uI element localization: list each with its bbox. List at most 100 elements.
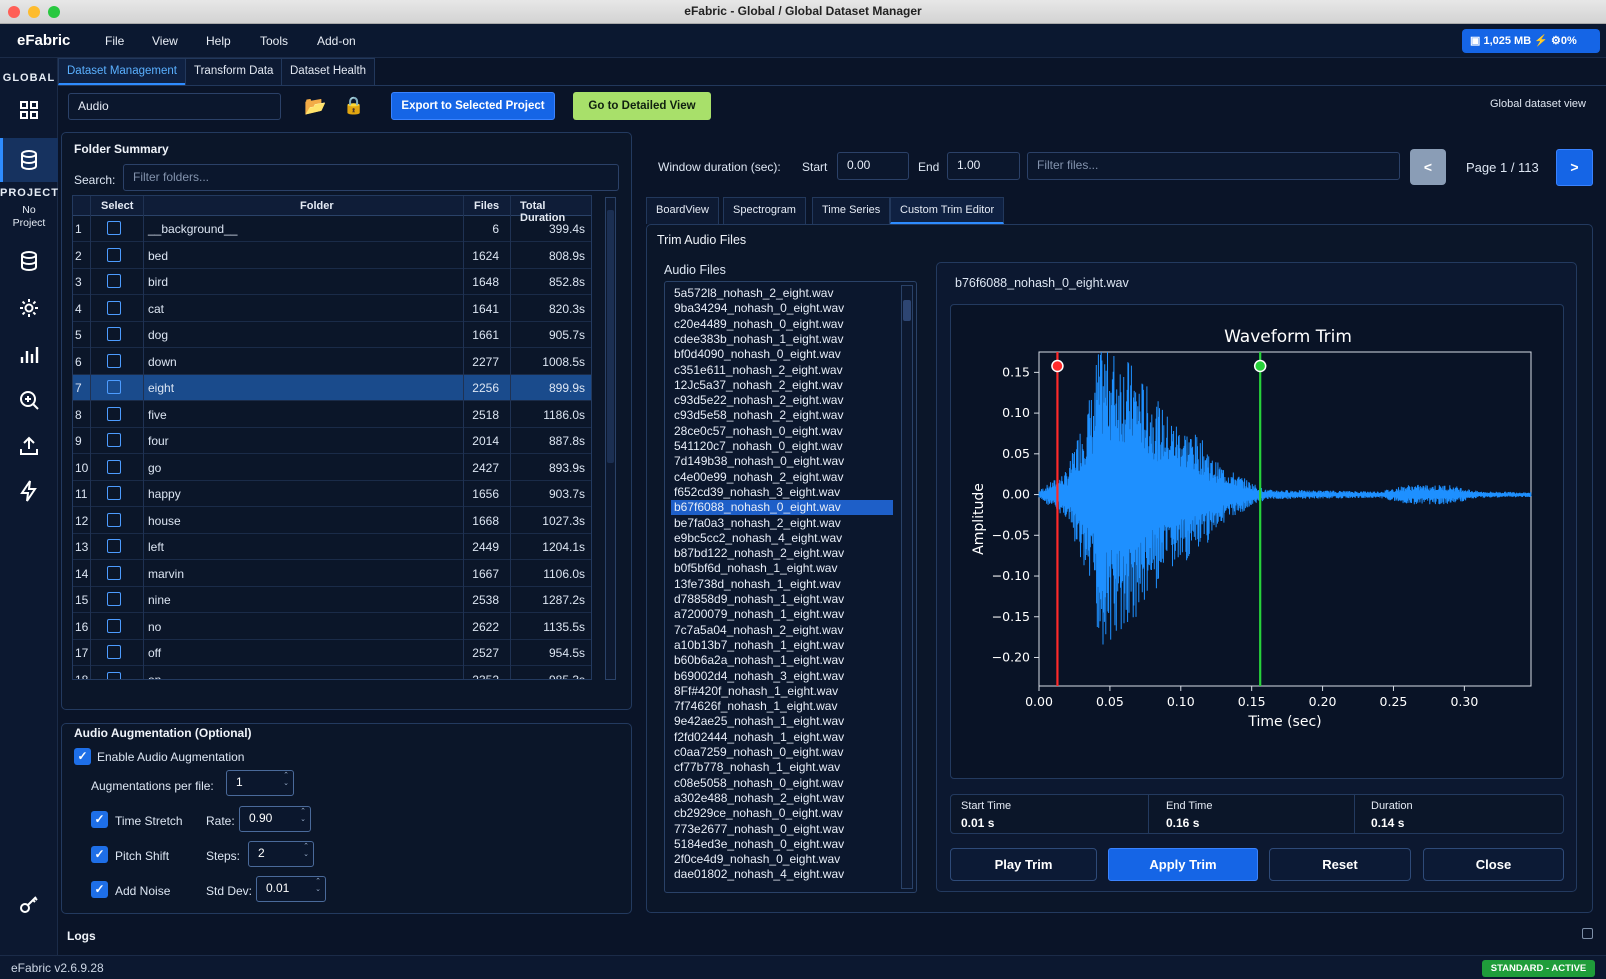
audio-file-item[interactable]: c0aa7259_nohash_0_eight.wav bbox=[671, 745, 893, 760]
audio-file-item[interactable]: d78858d9_nohash_1_eight.wav bbox=[671, 592, 893, 607]
table-row[interactable]: 17 off 2527 954.5s bbox=[73, 640, 591, 666]
open-folder-icon[interactable]: 📂 bbox=[304, 96, 326, 117]
menu-tools[interactable]: Tools bbox=[260, 34, 288, 48]
row-select-checkbox[interactable] bbox=[107, 221, 121, 235]
table-row[interactable]: 3 bird 1648 852.8s bbox=[73, 269, 591, 295]
tab-spectrogram[interactable]: Spectrogram bbox=[723, 197, 806, 224]
audio-file-item[interactable]: 7d149b38_nohash_0_eight.wav bbox=[671, 454, 893, 469]
menu-file[interactable]: File bbox=[105, 34, 124, 48]
audio-file-item[interactable]: a10b13b7_nohash_1_eight.wav bbox=[671, 638, 893, 653]
pitch-shift-checkbox[interactable]: ✓ bbox=[91, 846, 108, 863]
audio-file-item[interactable]: 7c7a5a04_nohash_2_eight.wav bbox=[671, 623, 893, 638]
table-row[interactable]: 7 eight 2256 899.9s bbox=[73, 375, 591, 401]
col-folder[interactable]: Folder bbox=[300, 200, 334, 212]
row-select-checkbox[interactable] bbox=[107, 592, 121, 606]
table-row[interactable]: 11 happy 1656 903.7s bbox=[73, 481, 591, 507]
row-select-checkbox[interactable] bbox=[107, 380, 121, 394]
audio-file-item[interactable]: f2fd02444_nohash_1_eight.wav bbox=[671, 730, 893, 745]
row-select-checkbox[interactable] bbox=[107, 274, 121, 288]
steps-spinner[interactable]: 2 bbox=[248, 841, 314, 867]
audio-file-item[interactable]: b67f6088_nohash_0_eight.wav bbox=[671, 500, 893, 516]
audio-file-item[interactable]: 9e42ae25_nohash_1_eight.wav bbox=[671, 714, 893, 729]
play-trim-button[interactable]: Play Trim bbox=[950, 848, 1097, 881]
lock-icon[interactable]: 🔒 bbox=[343, 96, 364, 116]
database-icon[interactable] bbox=[17, 148, 41, 172]
row-select-checkbox[interactable] bbox=[107, 486, 121, 500]
tab-boardview[interactable]: BoardView bbox=[646, 197, 719, 224]
audio-file-item[interactable]: cf77b778_nohash_1_eight.wav bbox=[671, 760, 893, 775]
table-row[interactable]: 12 house 1668 1027.3s bbox=[73, 508, 591, 534]
detailed-view-button[interactable]: Go to Detailed View bbox=[573, 92, 711, 120]
folder-search-input[interactable]: Filter folders... bbox=[123, 164, 619, 191]
expand-logs-icon[interactable] bbox=[1582, 928, 1593, 939]
audio-file-item[interactable]: 12Jc5a37_nohash_2_eight.wav bbox=[671, 378, 893, 393]
row-select-checkbox[interactable] bbox=[107, 327, 121, 341]
reset-button[interactable]: Reset bbox=[1269, 848, 1411, 881]
audio-file-item[interactable]: 8Ff#420f_nohash_1_eight.wav bbox=[671, 684, 893, 699]
row-select-checkbox[interactable] bbox=[107, 433, 121, 447]
table-row[interactable]: 8 five 2518 1186.0s bbox=[73, 402, 591, 428]
audio-file-item[interactable]: b87bd122_nohash_2_eight.wav bbox=[671, 546, 893, 561]
col-files[interactable]: Files bbox=[474, 200, 499, 212]
grid-icon[interactable] bbox=[17, 98, 41, 122]
upload-icon[interactable] bbox=[17, 434, 41, 458]
row-select-checkbox[interactable] bbox=[107, 247, 121, 262]
std-dev-spinner[interactable]: 0.01 bbox=[256, 876, 326, 902]
lightning-icon[interactable] bbox=[17, 479, 41, 503]
dataset-type-select[interactable]: Audio bbox=[68, 93, 281, 120]
menu-help[interactable]: Help bbox=[206, 34, 231, 48]
database-icon[interactable] bbox=[17, 249, 41, 273]
audio-file-item[interactable]: b0f5bf6d_nohash_1_eight.wav bbox=[671, 561, 893, 576]
export-button[interactable]: Export to Selected Project bbox=[391, 92, 555, 120]
file-list-scrollbar[interactable] bbox=[901, 285, 913, 889]
enable-augmentation-checkbox[interactable]: ✓ bbox=[74, 748, 91, 765]
row-select-checkbox[interactable] bbox=[107, 539, 121, 553]
apply-trim-button[interactable]: Apply Trim bbox=[1108, 848, 1258, 881]
menu-addon[interactable]: Add-on bbox=[317, 34, 356, 48]
table-row[interactable]: 14 marvin 1667 1106.0s bbox=[73, 561, 591, 587]
audio-file-item[interactable]: cb2929ce_nohash_0_eight.wav bbox=[671, 806, 893, 821]
table-row[interactable]: 6 down 2277 1008.5s bbox=[73, 349, 591, 375]
tab-transform-data[interactable]: Transform Data bbox=[185, 58, 283, 85]
audio-file-item[interactable]: e9bc5cc2_nohash_4_eight.wav bbox=[671, 531, 893, 546]
table-row[interactable]: 18 on 2352 985.3s bbox=[73, 667, 591, 679]
row-select-checkbox[interactable] bbox=[107, 512, 121, 527]
key-icon[interactable] bbox=[17, 893, 41, 917]
add-noise-checkbox[interactable]: ✓ bbox=[91, 881, 108, 898]
next-page-button[interactable]: > bbox=[1556, 149, 1593, 186]
menu-view[interactable]: View bbox=[152, 34, 178, 48]
search-zoom-icon[interactable] bbox=[17, 388, 41, 412]
audio-file-item[interactable]: 5a572l8_nohash_2_eight.wav bbox=[671, 286, 893, 301]
audio-file-item[interactable]: b60b6a2a_nohash_1_eight.wav bbox=[671, 653, 893, 668]
tab-time-series[interactable]: Time Series bbox=[812, 197, 891, 224]
audio-file-item[interactable]: 7f74626f_nohash_1_eight.wav bbox=[671, 699, 893, 714]
table-row[interactable]: 13 left 2449 1204.1s bbox=[73, 534, 591, 560]
audio-file-item[interactable]: bf0d4090_nohash_0_eight.wav bbox=[671, 347, 893, 362]
audio-file-item[interactable]: 28ce0c57_nohash_0_eight.wav bbox=[671, 424, 893, 439]
prev-page-button[interactable]: < bbox=[1410, 149, 1446, 185]
bar-chart-icon[interactable] bbox=[17, 343, 41, 367]
table-row[interactable]: 4 cat 1641 820.3s bbox=[73, 296, 591, 322]
row-select-checkbox[interactable] bbox=[107, 565, 121, 580]
audio-file-item[interactable]: 773e2677_nohash_0_eight.wav bbox=[671, 822, 893, 837]
window-end-input[interactable]: 1.00 bbox=[947, 152, 1020, 180]
audio-file-item[interactable]: c351e611_nohash_2_eight.wav bbox=[671, 363, 893, 378]
audio-file-item[interactable]: 9ba34294_nohash_0_eight.wav bbox=[671, 301, 893, 316]
row-select-checkbox[interactable] bbox=[107, 300, 121, 315]
audio-file-item[interactable]: c20e4489_nohash_0_eight.wav bbox=[671, 317, 893, 332]
filter-files-input[interactable]: Filter files... bbox=[1027, 152, 1400, 180]
audio-file-item[interactable]: b69002d4_nohash_3_eight.wav bbox=[671, 669, 893, 684]
audio-file-item[interactable]: cdee383b_nohash_1_eight.wav bbox=[671, 332, 893, 347]
time-stretch-checkbox[interactable]: ✓ bbox=[91, 811, 108, 828]
row-select-checkbox[interactable] bbox=[107, 618, 121, 633]
tab-dataset-health[interactable]: Dataset Health bbox=[281, 58, 376, 85]
audio-file-item[interactable]: 5184ed3e_nohash_0_eight.wav bbox=[671, 837, 893, 852]
row-select-checkbox[interactable] bbox=[107, 406, 121, 421]
table-row[interactable]: 5 dog 1661 905.7s bbox=[73, 322, 591, 348]
row-select-checkbox[interactable] bbox=[107, 459, 121, 474]
audio-file-item[interactable]: c93d5e58_nohash_2_eight.wav bbox=[671, 408, 893, 423]
tab-custom-trim-editor[interactable]: Custom Trim Editor bbox=[890, 197, 1005, 224]
audio-file-item[interactable]: c93d5e22_nohash_2_eight.wav bbox=[671, 393, 893, 408]
audio-file-item[interactable]: c08e5058_nohash_0_eight.wav bbox=[671, 776, 893, 791]
audio-file-item[interactable]: f652cd39_nohash_3_eight.wav bbox=[671, 485, 893, 500]
